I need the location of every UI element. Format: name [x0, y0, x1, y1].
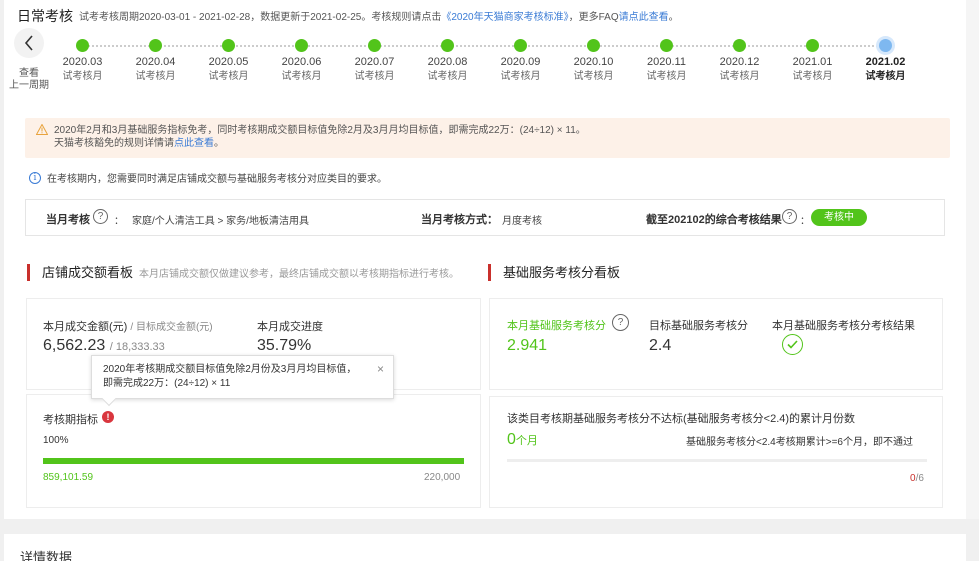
sales-section-header: 店铺成交额看板 本月店铺成交额仅做建议参考，最终店铺成交额以考核期指标进行考核。	[27, 264, 459, 281]
close-icon[interactable]: ×	[377, 362, 384, 376]
warning-icon	[36, 124, 48, 135]
tooltip: 2020年考核期成交额目标值免除2月份及3月月均目标值， 即需完成22万：(24…	[91, 355, 394, 407]
faq-link[interactable]: 请点此查看	[619, 12, 669, 23]
service-target-label: 目标基础服务考核分	[649, 320, 748, 332]
details-panel: 详情数据	[4, 534, 966, 561]
period-actual: 859,101.59	[43, 472, 94, 483]
timeline-period[interactable]: 2020.09 试考核月	[484, 38, 557, 83]
period-target: 220,000	[424, 472, 461, 483]
period-dot	[149, 39, 162, 52]
period-dot	[514, 39, 527, 52]
standard-link[interactable]: 《2020年天猫商家考核标准》	[441, 12, 568, 23]
assess-label: 当月考核	[46, 214, 90, 226]
service-result-label: 本月基础服务考核分考核结果	[772, 320, 915, 332]
fail-count-value: 0个月	[507, 431, 538, 448]
fail-count-ratio: 0/6	[910, 473, 924, 484]
timeline-period[interactable]: 2020.03 试考核月	[46, 38, 119, 83]
info-line: i 在考核期内，您需要同时满足店铺成交额与基础服务考核分对应类目的要求。	[29, 170, 387, 185]
exemption-rules-link[interactable]: 点此查看	[174, 138, 214, 149]
period-dot	[733, 39, 746, 52]
service-card	[489, 298, 943, 390]
timeline-period[interactable]: 2020.07 试考核月	[338, 38, 411, 83]
period-progress-bar	[43, 458, 464, 464]
question-icon[interactable]: ?	[93, 209, 108, 224]
period-dot	[441, 39, 454, 52]
scrollbar[interactable]	[966, 0, 979, 519]
period-dot	[76, 39, 89, 52]
method-value: 月度考核	[502, 216, 542, 227]
previous-period-label[interactable]: 查看 上一周期	[9, 68, 49, 92]
service-target-value: 2.4	[649, 337, 672, 354]
service-section-header: 基础服务考核分看板	[488, 264, 620, 281]
question-icon[interactable]: ?	[782, 209, 797, 224]
period-dot	[806, 39, 819, 52]
status-badge: 考核中	[811, 209, 867, 226]
period-dot	[222, 39, 235, 52]
details-title: 详情数据	[20, 550, 73, 561]
timeline-period[interactable]: 2021.01 试考核月	[776, 38, 849, 83]
period-dot	[660, 39, 673, 52]
period-dot	[879, 39, 892, 52]
chevron-left-icon	[24, 35, 33, 51]
service-score-label: 本月基础服务考核分	[507, 320, 606, 332]
exemption-notice: 2020年2月和3月基础服务指标免考，同时考核期成交额目标值免除2月及3月月均目…	[25, 118, 950, 158]
timeline-period[interactable]: 2020.06 试考核月	[265, 38, 338, 83]
page-title: 日常考核	[17, 8, 73, 24]
timeline-period[interactable]: 2020.10 试考核月	[557, 38, 630, 83]
period-dot	[587, 39, 600, 52]
service-score-value: 2.941	[507, 337, 548, 354]
method-label: 当月考核方式：	[421, 214, 498, 226]
progress-value: 35.79%	[257, 337, 312, 354]
period-dot	[295, 39, 308, 52]
assess-category-value: 家庭/个人清洁工具 > 家务/地板清洁用具	[132, 216, 309, 227]
sales-amount: 6,562.23 / 18,333.33	[43, 337, 165, 354]
summary-bar: 当月考核 ? ： 家庭/个人清洁工具 > 家务/地板清洁用具 当月考核方式： 月…	[25, 199, 945, 236]
check-circle-icon	[782, 334, 803, 355]
header-description: 试考考核周期2020-03-01 - 2021-02-28，数据更新于2021-…	[79, 12, 679, 23]
timeline-period[interactable]: 2020.12 试考核月	[703, 38, 776, 83]
period-dot	[368, 39, 381, 52]
fail-count-rule: 基础服务考核分<2.4考核期累计>=6个月，即不通过	[686, 437, 913, 448]
period-percent: 100%	[43, 435, 69, 446]
timeline-period[interactable]: 2020.05 试考核月	[192, 38, 265, 83]
previous-period-button[interactable]	[14, 28, 44, 58]
timeline-period[interactable]: 2020.11 试考核月	[630, 38, 703, 83]
alert-icon[interactable]: !	[102, 411, 114, 423]
assess-category: ：	[114, 216, 124, 227]
result-label: 截至202102的综合考核结果	[646, 214, 782, 226]
sales-amount-label: 本月成交金额(元) / 目标成交金额(元)	[43, 321, 213, 333]
timeline-period[interactable]: 2020.04 试考核月	[119, 38, 192, 83]
fail-count-bar	[507, 459, 927, 462]
period-target-label: 考核期指标	[43, 414, 98, 426]
progress-label: 本月成交进度	[257, 321, 323, 333]
period-progress-fill	[43, 458, 464, 464]
timeline-period-current[interactable]: 2021.02 试考核月	[849, 38, 922, 83]
info-icon: i	[29, 171, 41, 184]
question-icon[interactable]: ?	[612, 314, 629, 331]
period-timeline: 2020.03 试考核月 2020.04 试考核月 2020.05 试考核月 2020…	[46, 38, 916, 90]
fail-count-label: 该类目考核期基础服务考核分不达标(基础服务考核分<2.4)的累计月份数	[507, 413, 856, 425]
timeline-period[interactable]: 2020.08 试考核月	[411, 38, 484, 83]
